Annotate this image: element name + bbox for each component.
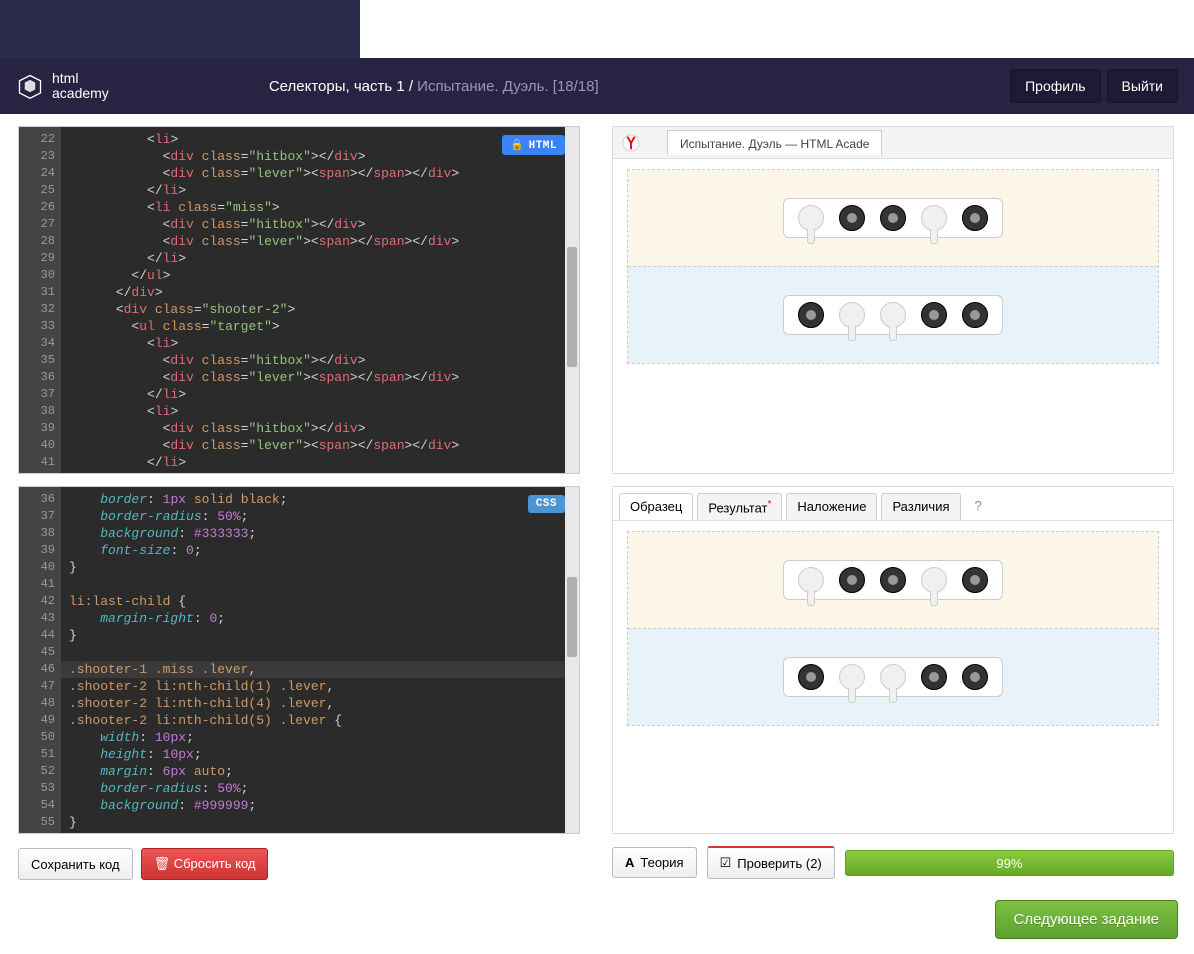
brand-line1: html — [52, 71, 109, 86]
css-scrollbar[interactable] — [565, 487, 579, 833]
trash-icon: 🗑 — [154, 856, 171, 871]
logo-icon — [16, 72, 44, 100]
html-code[interactable]: <li> <div class="hitbox"></div> <div cla… — [61, 127, 579, 473]
header: htmlacademy Селекторы, часть 1 / Испытан… — [0, 58, 1194, 114]
target-disc — [798, 664, 824, 690]
html-gutter: 2223242526272829303132333435363738394041… — [19, 127, 61, 473]
html-scrollbar[interactable] — [565, 127, 579, 473]
target-disc — [921, 664, 947, 690]
check-icon: ☑ — [720, 855, 732, 871]
tab-sample[interactable]: Образец — [619, 493, 693, 520]
tab-diff[interactable]: Различия — [881, 493, 960, 520]
css-code[interactable]: border: 1px solid black; border-radius: … — [61, 487, 579, 833]
check-button[interactable]: ☑Проверить (2) — [707, 846, 835, 879]
font-icon: A — [625, 855, 634, 870]
tab-result[interactable]: Результат* — [697, 493, 782, 520]
breadcrumb: Селекторы, часть 1 / Испытание. Дуэль. [… — [269, 78, 599, 95]
progress-bar: 99% — [845, 850, 1174, 876]
yandex-icon — [621, 133, 641, 153]
comparison-pane: Образец Результат* Наложение Различия ? — [612, 486, 1174, 834]
top-banner — [0, 0, 360, 58]
next-task-button[interactable]: Следующее задание — [995, 900, 1178, 939]
reset-button[interactable]: 🗑 Сбросить код — [141, 848, 269, 880]
target-disc — [962, 302, 988, 328]
css-gutter: 3637383940414243444546474849505152535455… — [19, 487, 61, 833]
preview-pane: Испытание. Дуэль — HTML Acade — [612, 126, 1174, 474]
target-disc — [798, 567, 824, 593]
tab-help[interactable]: ? — [965, 493, 992, 520]
target-disc — [880, 302, 906, 328]
target-disc — [798, 205, 824, 231]
lock-icon: 🔒 — [510, 140, 524, 152]
target-disc — [798, 302, 824, 328]
sample-area — [627, 531, 1159, 726]
target-disc — [839, 205, 865, 231]
html-badge: 🔒HTML — [502, 135, 565, 155]
target-disc — [839, 302, 865, 328]
target-disc — [921, 205, 947, 231]
target-disc — [880, 205, 906, 231]
html-editor[interactable]: 🔒HTML 2223242526272829303132333435363738… — [18, 126, 580, 474]
target-disc — [921, 302, 947, 328]
profile-button[interactable]: Профиль — [1010, 69, 1100, 103]
css-badge: CSS — [528, 495, 565, 513]
target-disc — [921, 567, 947, 593]
target-disc — [839, 664, 865, 690]
logo[interactable]: htmlacademy — [16, 71, 109, 102]
target-disc — [962, 567, 988, 593]
theory-button[interactable]: AТеория — [612, 847, 697, 878]
css-editor[interactable]: CSS 363738394041424344454647484950515253… — [18, 486, 580, 834]
target-disc — [880, 567, 906, 593]
tab-overlay[interactable]: Наложение — [786, 493, 877, 520]
target-disc — [880, 664, 906, 690]
target-disc — [962, 664, 988, 690]
target-disc — [839, 567, 865, 593]
save-button[interactable]: Сохранить код — [18, 848, 133, 880]
brand-line2: academy — [52, 86, 109, 101]
target-disc — [962, 205, 988, 231]
breadcrumb-sub: Испытание. Дуэль. [18/18] — [417, 78, 599, 95]
logout-button[interactable]: Выйти — [1107, 69, 1178, 103]
preview-tab-title: Испытание. Дуэль — HTML Acade — [667, 130, 882, 155]
breadcrumb-main: Селекторы, часть 1 / — [269, 78, 417, 95]
result-area — [627, 169, 1159, 364]
